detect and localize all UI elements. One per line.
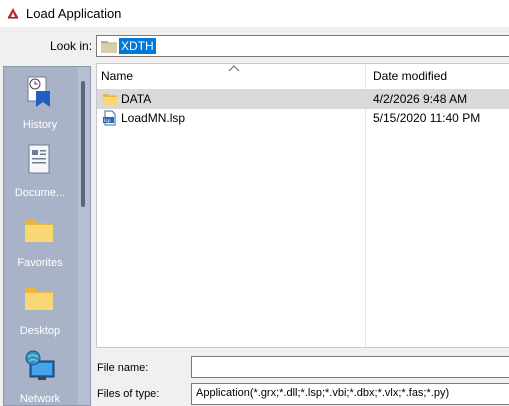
network-icon [25, 350, 55, 380]
look-in-dropdown[interactable]: XDTH [96, 35, 509, 57]
folder-icon [103, 94, 117, 105]
folder-icon [101, 41, 117, 53]
place-label: History [22, 119, 58, 131]
desktop-folder-icon [25, 288, 53, 310]
window-title: Load Application [26, 6, 122, 21]
place-favorites[interactable]: Favorites [4, 213, 76, 279]
look-in-value: XDTH [119, 38, 156, 54]
file-row-data[interactable]: DATA 4/2/2026 9:48 AM [97, 89, 509, 109]
files-of-type-value: Application(*.grx;*.dll;*.lsp;*.vbi;*.db… [196, 387, 450, 399]
places-bar: History Docume... Favorites Desktop Netw… [3, 66, 91, 406]
scrollbar-thumb[interactable] [81, 81, 85, 207]
file-date: 5/15/2020 11:40 PM [373, 111, 481, 125]
column-header-name[interactable]: Name [101, 64, 133, 89]
places-scrollbar[interactable] [78, 67, 90, 405]
file-name: DATA [121, 92, 152, 106]
lisp-file-icon: lsp [103, 110, 116, 126]
file-date: 4/2/2026 9:48 AM [373, 92, 468, 106]
place-label: Desktop [19, 325, 61, 337]
title-bar: Load Application [0, 0, 509, 27]
place-label: Docume... [14, 187, 66, 199]
column-header-date-modified[interactable]: Date modified [373, 64, 447, 89]
place-desktop[interactable]: Desktop [4, 281, 76, 347]
sort-ascending-icon [228, 65, 240, 72]
file-list: Name Date modified DATA 4/2/2026 9:48 AM… [96, 63, 509, 349]
favorites-folder-icon [25, 220, 53, 242]
look-in-label: Look in: [50, 39, 93, 53]
documents-icon [28, 144, 50, 174]
file-name: LoadMN.lsp [121, 111, 186, 125]
files-of-type-label: Files of type: [97, 388, 160, 400]
place-label: Favorites [17, 257, 63, 269]
place-label: Network [19, 393, 61, 405]
place-history[interactable]: History [4, 75, 76, 141]
files-of-type-dropdown[interactable]: Application(*.grx;*.dll;*.lsp;*.vbi;*.db… [191, 383, 509, 405]
place-documents[interactable]: Docume... [4, 143, 76, 209]
autocad-app-icon [8, 8, 18, 19]
file-name-label: File name: [97, 362, 149, 374]
svg-text:lsp: lsp [104, 118, 111, 124]
place-network[interactable]: Network [4, 349, 76, 405]
file-name-field[interactable] [191, 356, 509, 378]
file-row-loadmn[interactable]: lsp LoadMN.lsp 5/15/2020 11:40 PM [97, 108, 509, 128]
history-icon [27, 76, 50, 107]
